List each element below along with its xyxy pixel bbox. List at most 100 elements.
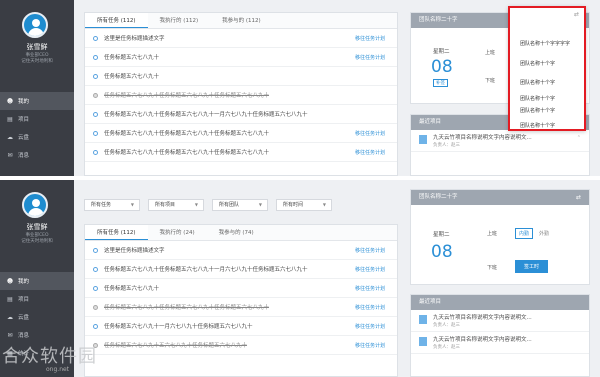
task-title: 任务标题五六七八九十任务标题五六七八九十一月六七八九十任务标题五六七八九十 [104, 267, 308, 273]
dropdown-option[interactable]: 团队名称十个字 [520, 79, 555, 86]
sidebar-item-mine[interactable]: ☻ 我的 [0, 272, 74, 290]
checkbox[interactable] [93, 111, 98, 117]
avatar[interactable] [22, 12, 48, 38]
checkbox[interactable] [93, 266, 98, 272]
task-title: 任务标题五六七八九十任务标题五六七八九十任务标题五六七八九十 [104, 131, 270, 137]
filter-tasks[interactable]: 所有任务 ▼ [84, 199, 140, 211]
task-tabs: 所有任务 (112) 我执行的 (24) 我参与的 (74) [85, 225, 397, 241]
clock-in-label: 上班 [485, 50, 496, 56]
chat-icon: ✉ [7, 331, 13, 339]
sidebar-item-projects[interactable]: ▤ 项目 [0, 110, 74, 128]
tab-participating[interactable]: 我参与的 (112) [210, 13, 273, 28]
sidebar-item-messages[interactable]: ✉ 消息 [0, 146, 74, 164]
tab-participating[interactable]: 我参与的 (74) [207, 225, 266, 240]
sidebar-item-cloud[interactable]: ☁ 云盘 [0, 128, 74, 146]
filter-value: 所有任务 [91, 202, 112, 208]
task-row[interactable]: 任务标题五六七八九十任务标题五六七八九十任务标题五六七八九十 移往任务计划 [85, 298, 397, 317]
checkbox[interactable] [93, 54, 98, 60]
task-row[interactable]: 任务标题五六七八九十任务标题五六七八九十任务标题五六七八九十 移往任务计划 [85, 124, 397, 143]
sidebar-nav: ☻ 我的 ▤ 项目 ☁ 云盘 ✉ 消息 [0, 92, 74, 164]
task-row[interactable]: 任务标题五六七八九十任务标题五六七八九十一月六七八九十任务标题五六七八九十 [85, 105, 397, 124]
plan-link[interactable]: 移往任务计划 [355, 54, 385, 61]
task-tabs: 所有任务 (112) 我执行的 (112) 我参与的 (112) [85, 13, 397, 29]
tab-all-tasks[interactable]: 所有任务 (112) [85, 225, 148, 240]
cloud-icon: ☁ [7, 133, 13, 141]
dropdown-option[interactable]: 团队名称十个字 [520, 122, 555, 129]
project-manager: 负责人：赵三 [433, 345, 460, 350]
checkbox[interactable] [93, 247, 98, 253]
field-work-toggle[interactable]: 外勤 [539, 230, 549, 237]
plan-link[interactable]: 移往任务计划 [355, 266, 385, 273]
project-item[interactable]: 九天云竹项目名称说明文字内容说明文... 负责人：赵三 [411, 332, 589, 354]
plan-link[interactable]: 移往任务计划 [355, 323, 385, 330]
plan-link[interactable]: 移往任务计划 [355, 149, 385, 156]
sidebar-item-mine[interactable]: ☻ 我的 [0, 92, 74, 110]
plan-link[interactable]: 移往任务计划 [355, 247, 385, 254]
filter-projects[interactable]: 所有项目 ▼ [148, 199, 204, 211]
dropdown-option[interactable]: 团队名称十个字字字字 [520, 40, 570, 47]
task-title: 任务标题五六七八九十五六七八九十任务标题五六七八九十 [104, 343, 248, 349]
user-name: 张雪鲜 [26, 43, 48, 51]
checkbox[interactable] [93, 130, 98, 136]
sidebar-item-label: 项目 [18, 297, 30, 303]
plan-link[interactable]: 移往任务计划 [355, 342, 385, 349]
task-row[interactable]: 任务标题五六七八九十任务标题五六七八九十任务标题五六七八九十 移往任务计划 [85, 143, 397, 162]
task-row[interactable]: 任务标题五六七八九十任务标题五六七八九十任务标题五六七八九十 [85, 86, 397, 105]
tab-my-tasks[interactable]: 我执行的 (112) [148, 13, 211, 28]
filter-time[interactable]: 所有时间 ▼ [276, 199, 332, 211]
document-icon [419, 315, 427, 324]
checkbox[interactable] [93, 285, 98, 291]
checkbox[interactable] [93, 323, 98, 329]
checkbox[interactable] [93, 304, 98, 310]
task-row[interactable]: 任务标题五六七八九十任务标题五六七八九十一月六七八九十任务标题五六七八九十 移往任… [85, 260, 397, 279]
checkbox[interactable] [93, 35, 98, 41]
watermark-logo: 合众软件园 [2, 346, 97, 367]
task-row[interactable]: 任务标题五六七八九十 移往任务计划 [85, 279, 397, 298]
task-row[interactable]: 任务标题五六七八九十 移往任务计划 [85, 48, 397, 67]
task-panel: 所有任务 (112) 我执行的 (112) 我参与的 (112) 这里是任务标题… [84, 12, 398, 176]
checkbox[interactable] [93, 92, 98, 98]
task-title: 任务标题五六七八九十 [104, 55, 160, 61]
date-number: 08 [431, 242, 453, 262]
checkbox[interactable] [93, 149, 98, 155]
task-row[interactable]: 任务标题五六七八九十一月六七八九十任务标题五六七八九十 移往任务计划 [85, 317, 397, 336]
clock-in-button[interactable]: 签工时 [515, 260, 549, 273]
user-bio: 记住天时地利和 [21, 59, 53, 64]
task-row[interactable]: 任务标题五六七八九十 [85, 67, 397, 86]
clock-out-label: 下班 [485, 78, 496, 84]
task-title: 任务标题五六七八九十任务标题五六七八九十任务标题五六七八九十 [104, 93, 270, 99]
project-name: 九天云竹项目名称说明文字内容说明文... [433, 315, 532, 321]
sidebar-item-label: 云盘 [18, 135, 30, 141]
dropdown-option[interactable]: 团队名称十个字 [520, 60, 555, 67]
tab-my-tasks[interactable]: 我执行的 (24) [148, 225, 207, 240]
dropdown-option[interactable]: 团队名称十个字 [520, 107, 555, 114]
checkbox[interactable] [93, 73, 98, 79]
task-row[interactable]: 任务标题五六七八九十五六七八九十任务标题五六七八九十 移往任务计划 [85, 336, 397, 355]
plan-link[interactable]: 移往任务计划 [355, 304, 385, 311]
avatar[interactable] [22, 192, 48, 218]
chevron-up-icon[interactable]: ⌃ [577, 135, 581, 141]
clock-in-label: 上班 [487, 231, 498, 237]
switch-icon[interactable]: ⇄ [574, 11, 579, 18]
project-item[interactable]: 九天云竹项目名称说明文字内容说明文... 负责人：赵三 [411, 310, 589, 332]
chevron-down-icon: ▼ [258, 202, 262, 207]
dropdown-option[interactable]: 团队名称十个字 [520, 95, 555, 102]
task-row[interactable]: 这里是任务标题描述文字 移往任务计划 [85, 29, 397, 48]
document-icon [419, 337, 427, 346]
in-office-toggle[interactable]: 内勤 [515, 228, 534, 239]
folder-icon: ▤ [7, 295, 13, 303]
filter-teams[interactable]: 所有团队 ▼ [212, 199, 268, 211]
sidebar: 张雪鲜 事业部CEO 记住天时地利和 ☻ 我的 ▤ 项目 ☁ 云盘 ✉ 消息 [0, 0, 74, 176]
sidebar-item-projects[interactable]: ▤ 项目 [0, 290, 74, 308]
task-row[interactable]: 这里是任务标题描述文字 移往任务计划 [85, 241, 397, 260]
team-header[interactable]: 团队名称二十字 ⇄ [411, 190, 589, 205]
task-title: 任务标题五六七八九十一月六七八九十任务标题五六七八九十 [104, 324, 253, 330]
plan-link[interactable]: 移往任务计划 [355, 285, 385, 292]
plan-link[interactable]: 移往任务计划 [355, 35, 385, 42]
tab-all-tasks[interactable]: 所有任务 (112) [85, 13, 148, 28]
switch-icon[interactable]: ⇄ [576, 190, 581, 205]
plan-link[interactable]: 移往任务计划 [355, 130, 385, 137]
project-item[interactable]: 九天云竹项目名称说明文字内容说明文... 负责人：赵三 ⌃ [411, 130, 589, 152]
task-title: 这里是任务标题描述文字 [104, 36, 165, 42]
sidebar-item-cloud[interactable]: ☁ 云盘 [0, 308, 74, 326]
